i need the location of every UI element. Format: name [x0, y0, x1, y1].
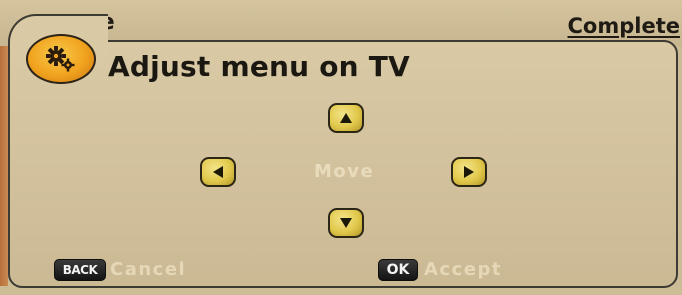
- gear-icon: [26, 34, 96, 84]
- dialog-title: Adjust menu on TV: [108, 50, 410, 83]
- arrow-right-button[interactable]: [451, 157, 487, 187]
- accept-label[interactable]: Accept: [424, 259, 502, 280]
- ok-key-icon[interactable]: OK: [378, 259, 418, 281]
- gear-icon-graphic: [46, 46, 75, 72]
- background-header-right-text: Complete: [567, 14, 680, 38]
- move-label: Move: [314, 161, 375, 182]
- arrow-right-icon: [464, 166, 474, 178]
- arrow-down-button[interactable]: [328, 208, 364, 238]
- arrow-left-icon: [213, 166, 223, 178]
- back-key-icon[interactable]: BACK: [54, 259, 106, 281]
- cancel-label[interactable]: Cancel: [110, 259, 186, 280]
- arrow-up-button[interactable]: [328, 103, 364, 133]
- arrow-left-button[interactable]: [200, 157, 236, 187]
- arrow-down-icon: [340, 218, 352, 228]
- background-left-strip: [0, 46, 8, 286]
- arrow-up-icon: [340, 113, 352, 123]
